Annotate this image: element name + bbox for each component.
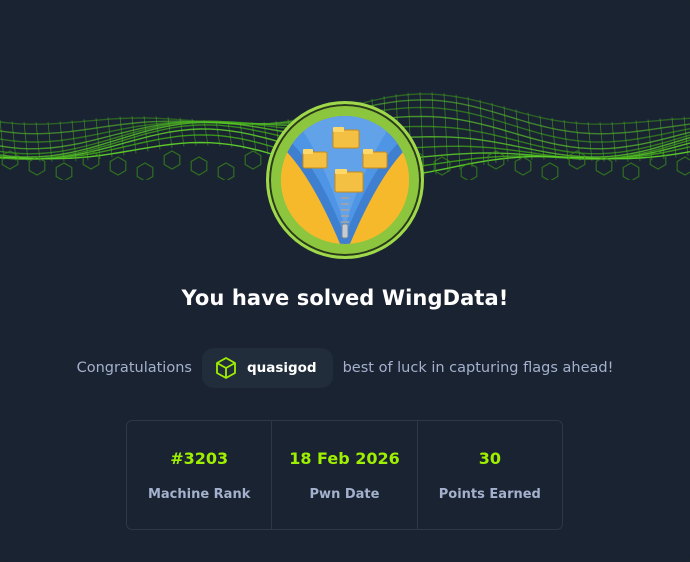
- stat-label: Points Earned: [438, 487, 541, 502]
- zip-folder-icon: [281, 116, 409, 244]
- solve-dialog: You have solved WingData! Congratulation…: [0, 0, 690, 562]
- stat-machine-rank: #3203 Machine Rank: [127, 421, 273, 529]
- congratulations-row: Congratulations quasigod best of luck in…: [0, 348, 690, 388]
- stat-label: Machine Rank: [147, 487, 251, 502]
- solved-headline: You have solved WingData!: [181, 286, 509, 310]
- username: quasigod: [246, 360, 317, 376]
- user-chip[interactable]: quasigod: [201, 348, 333, 388]
- stat-points-earned: 30 Points Earned: [418, 421, 562, 529]
- stat-value: #3203: [170, 449, 229, 468]
- congrats-suffix: best of luck in capturing flags ahead!: [342, 360, 614, 376]
- stat-value: 18 Feb 2026: [289, 449, 400, 468]
- stat-value: 30: [478, 449, 501, 468]
- congrats-prefix: Congratulations: [76, 360, 192, 376]
- cube-icon: [214, 356, 238, 380]
- machine-avatar: [266, 101, 424, 259]
- stats-panel: #3203 Machine Rank 18 Feb 2026 Pwn Date …: [126, 420, 563, 530]
- stat-pwn-date: 18 Feb 2026 Pwn Date: [272, 421, 418, 529]
- stat-label: Pwn Date: [309, 487, 380, 502]
